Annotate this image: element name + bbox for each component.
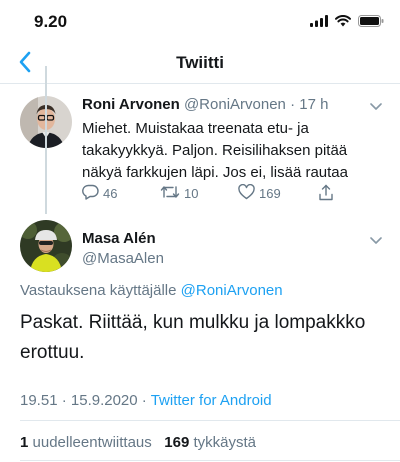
like-stat[interactable]: 169 tykkäystä	[164, 434, 256, 451]
status-time: 9.20	[34, 12, 68, 31]
like-count: 169	[259, 186, 281, 201]
author-handle[interactable]: @MasaAlen	[82, 250, 164, 267]
heart-icon	[238, 183, 255, 203]
chevron-down-icon[interactable]	[370, 232, 382, 250]
battery-icon	[358, 14, 384, 32]
author-handle[interactable]: @RoniArvonen	[184, 96, 286, 113]
reply-prefix: Vastauksena käyttäjälle	[20, 282, 177, 299]
like-total: 169	[164, 434, 190, 451]
tweet-source-link[interactable]: Twitter for Android	[151, 392, 272, 409]
tweet-actions: 46 10 169	[82, 183, 352, 204]
reply-to-link[interactable]: @RoniArvonen	[181, 282, 283, 299]
timestamp-separator: ·	[61, 392, 67, 409]
parent-tweet[interactable]: Roni Arvonen @RoniArvonen · 17 h Miehet.…	[0, 86, 400, 210]
timestamp-separator: ·	[141, 392, 147, 409]
parent-tweet-header: Roni Arvonen @RoniArvonen · 17 h	[82, 96, 328, 113]
tweet-age: 17 h	[299, 96, 329, 113]
share-button[interactable]	[318, 184, 334, 204]
reply-count: 46	[103, 186, 118, 201]
divider	[20, 460, 400, 461]
wifi-icon	[335, 14, 351, 32]
comment-icon	[82, 184, 99, 203]
reply-button[interactable]: 46	[82, 184, 117, 203]
tweet-timestamp: 19.51 · 15.9.2020 · Twitter for Android	[20, 392, 272, 409]
share-icon	[318, 184, 334, 204]
like-button[interactable]: 169	[238, 183, 281, 203]
retweet-icon	[160, 184, 180, 203]
tweet-date: 15.9.2020	[70, 392, 138, 409]
tweet-text: Paskat. Riittää, kun mulkku ja lompakkko…	[20, 312, 366, 363]
retweet-button[interactable]: 10	[160, 184, 198, 203]
avatar[interactable]	[20, 220, 72, 272]
author-name[interactable]: Roni Arvonen	[82, 96, 180, 113]
page-title: Twiitti	[176, 53, 224, 72]
cellular-signal-icon	[310, 14, 328, 32]
divider	[20, 420, 400, 421]
like-stat-label: tykkäystä	[193, 434, 257, 451]
thread-line	[45, 66, 47, 214]
tweet-stats: 1 uudelleentwiittaus 169 tykkäystä	[20, 434, 256, 451]
status-icons	[310, 14, 384, 32]
retweet-total: 1	[20, 434, 29, 451]
status-bar: 9.20	[0, 0, 400, 44]
retweet-stat-label: uudelleentwiittaus	[32, 434, 152, 451]
retweet-count: 10	[184, 186, 199, 201]
chevron-down-icon[interactable]	[370, 98, 382, 116]
tweet-text: Miehet. Muistakaa treenata etu- ja takak…	[82, 120, 348, 181]
author-name[interactable]: Masa Alén	[82, 230, 156, 247]
retweet-stat[interactable]: 1 uudelleentwiittaus	[20, 434, 152, 451]
meta-separator: ·	[290, 96, 296, 113]
reply-context: Vastauksena käyttäjälle @RoniArvonen	[20, 282, 283, 299]
nav-bar: Twiitti	[0, 44, 400, 84]
tweet-time: 19.51	[20, 392, 58, 409]
